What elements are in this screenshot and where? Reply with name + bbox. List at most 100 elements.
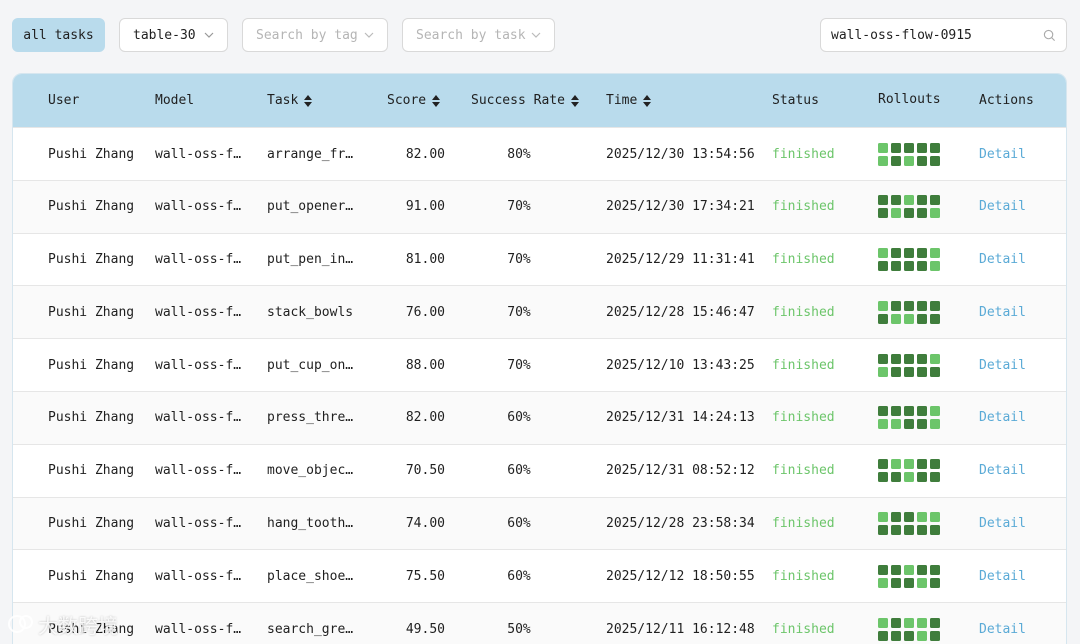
rollout-fail [878,459,888,470]
search-icon[interactable] [1043,29,1056,42]
task-cell: press_three… [267,392,359,444]
task-cell: place_shoes… [267,550,359,602]
success-rate-cell: 80% [507,146,531,162]
detail-link[interactable]: Detail [979,128,1039,180]
search-box [820,18,1067,52]
rollouts-cell [878,392,950,444]
rollout-fail [891,525,901,536]
rollout-fail [930,472,940,483]
task-search-select[interactable]: Search by task [402,18,555,52]
table-row: Pushi Zhang wall-oss-fl… put_opener_… 91.00… [13,179,1066,233]
model-text: wall-oss-fl… [155,252,247,268]
user-cell: Pushi Zhang [48,516,135,532]
user-cell: Pushi Zhang [48,146,135,162]
rollout-success [904,195,914,206]
rollout-success [930,353,940,364]
status-badge: finished [772,252,835,268]
rollout-fail [891,261,901,272]
detail-link[interactable]: Detail [979,339,1039,391]
time-cell: 2025/12/12 18:50:55 [606,568,755,584]
task-text: arrange_fru… [267,146,359,162]
rollout-fail [930,195,940,206]
rollout-success [904,313,914,324]
rollout-fail [891,195,901,206]
rollout-fail [904,142,914,153]
header-success-rate[interactable]: Success Rate [471,74,579,127]
model-cell: wall-oss-fl… [155,181,247,233]
rollout-fail [904,577,914,588]
success-rate-cell: 60% [507,568,531,584]
tag-search-select[interactable]: Search by tag [242,18,388,52]
rollout-fail [904,419,914,430]
rollouts-grid [878,512,940,536]
rollout-fail [891,353,901,364]
score-cell: 91.00 [405,199,445,215]
rollout-fail [930,142,940,153]
rollout-success [904,472,914,483]
status-badge: finished [772,410,835,426]
rollout-fail [917,261,927,272]
user-cell: Pushi Zhang [48,199,135,215]
user-cell: Pushi Zhang [48,304,135,320]
rollout-fail [891,300,901,311]
detail-link[interactable]: Detail [979,498,1039,550]
time-cell: 2025/12/29 11:31:41 [606,252,755,268]
table-row: Pushi Zhang wall-oss-fl… stack_bowls 76.00 7… [13,285,1066,339]
rollout-fail [917,406,927,417]
success-rate-cell: 50% [507,621,531,637]
table-select[interactable]: table-30 [119,18,228,52]
sort-icon[interactable] [643,94,652,107]
detail-link[interactable]: Detail [979,181,1039,233]
rollouts-grid [878,353,940,377]
rollout-fail [904,630,914,641]
task-cell: put_pen_int… [267,234,359,286]
sort-icon[interactable] [304,94,313,107]
user-cell: Pushi Zhang [48,621,135,637]
sort-icon[interactable] [570,94,579,107]
model-text: wall-oss-fl… [155,357,247,373]
header-time[interactable]: Time [606,74,652,127]
user-cell: Pushi Zhang [48,357,135,373]
detail-link[interactable]: Detail [979,445,1039,497]
rollout-fail [904,248,914,259]
all-tasks-button[interactable]: all tasks [12,18,105,52]
rollout-fail [904,406,914,417]
time-cell: 2025/12/31 14:24:13 [606,410,755,426]
sort-icon[interactable] [432,94,441,107]
detail-link[interactable]: Detail [979,392,1039,444]
rollout-fail [917,472,927,483]
rollouts-grid [878,248,940,272]
detail-link[interactable]: Detail [979,286,1039,338]
rollout-success [930,406,940,417]
rollout-fail [930,366,940,377]
table-select-value: table-30 [133,27,196,43]
tasks-table: User Model Task Score Success Rate Time … [12,73,1067,644]
rollout-success [891,419,901,430]
rollout-success [878,155,888,166]
rollout-success [904,155,914,166]
rollouts-grid [878,617,940,641]
detail-link[interactable]: Detail [979,603,1039,644]
header-task[interactable]: Task [267,74,313,127]
status-badge: finished [772,463,835,479]
detail-link[interactable]: Detail [979,550,1039,602]
chevron-down-icon [204,32,214,38]
status-badge: finished [772,199,835,215]
search-input[interactable] [831,27,1031,43]
score-cell: 82.00 [405,146,445,162]
detail-link[interactable]: Detail [979,234,1039,286]
success-rate-cell: 60% [507,463,531,479]
header-score[interactable]: Score [387,74,441,127]
rollouts-cell [878,234,950,286]
rollouts-grid [878,459,940,483]
model-cell: wall-oss-fl… [155,498,247,550]
model-text: wall-oss-fl… [155,146,247,162]
task-cell: search_gree… [267,603,359,644]
success-rate-cell: 70% [507,252,531,268]
model-text: wall-oss-fl… [155,463,247,479]
rollout-fail [904,525,914,536]
rollouts-cell [878,550,950,602]
rollout-success [917,512,927,523]
user-cell: Pushi Zhang [48,568,135,584]
table-row: Pushi Zhang wall-oss-fl… put_cup_on_… 88.00… [13,338,1066,391]
